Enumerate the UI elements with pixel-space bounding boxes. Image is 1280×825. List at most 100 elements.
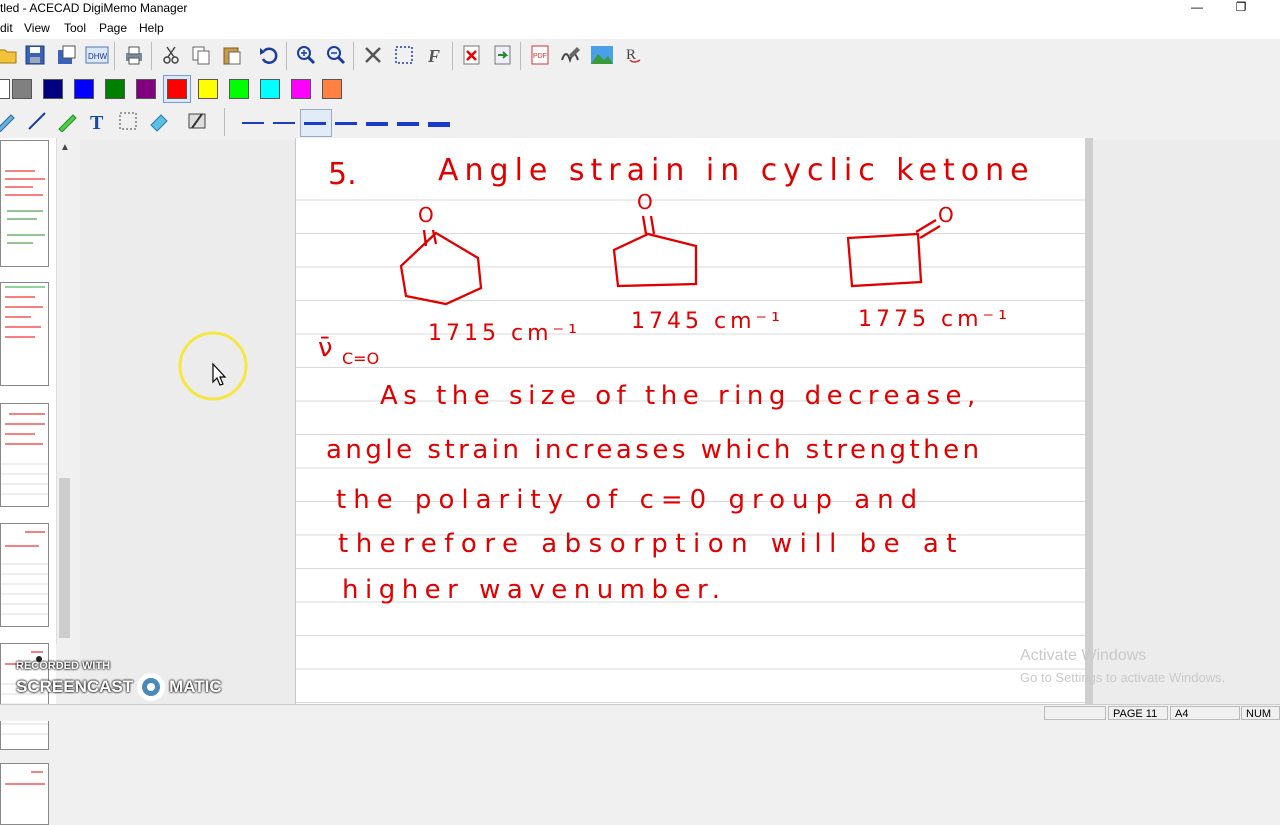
color-swatch-gray[interactable] xyxy=(12,79,32,99)
separator xyxy=(286,42,287,70)
color-swatch[interactable] xyxy=(0,79,10,99)
separator xyxy=(452,42,453,70)
para-line-1: As the size of the ring decrease, xyxy=(380,381,981,411)
highlighter-icon[interactable] xyxy=(54,108,80,134)
clear-icon[interactable] xyxy=(184,108,210,134)
page-thumbnail[interactable] xyxy=(0,282,49,386)
para-line-3: the polarity of c=0 group and xyxy=(336,485,924,515)
screencast-brand-left: SCREENCAST xyxy=(16,677,134,696)
dhw-label: DHW xyxy=(88,52,108,61)
zoom-in-icon[interactable] xyxy=(293,42,319,68)
scrollbar-thumb[interactable] xyxy=(59,478,70,638)
delete-icon[interactable] xyxy=(360,42,386,68)
line-width-2[interactable] xyxy=(273,122,295,124)
status-bar: PAGE 11 A4 NUM xyxy=(0,704,1280,721)
menu-help[interactable]: Help xyxy=(139,21,164,35)
undo-icon[interactable] xyxy=(256,42,282,68)
text-icon[interactable]: T xyxy=(85,108,111,134)
image-icon[interactable] xyxy=(589,42,615,68)
page-thumbnail[interactable] xyxy=(0,763,49,825)
separator xyxy=(520,42,521,70)
line-width-3[interactable] xyxy=(304,122,326,125)
menu-view[interactable]: View xyxy=(24,21,50,35)
export-icon[interactable] xyxy=(490,42,516,68)
convert-icon[interactable] xyxy=(558,42,584,68)
color-swatch-navy[interactable] xyxy=(43,79,63,99)
recognize-icon[interactable]: R xyxy=(620,42,646,68)
dhw-icon[interactable]: DHW xyxy=(84,42,110,68)
color-swatch-purple[interactable] xyxy=(136,79,156,99)
handwritten-heading: 5. Angle strain in cyclic ketone xyxy=(328,153,1035,192)
paste-icon[interactable] xyxy=(219,42,245,68)
oxygen-1: O xyxy=(418,203,434,227)
color-swatch-green[interactable] xyxy=(105,79,125,99)
frequency-labels: ν̄ C=O 1715 cm⁻¹ 1745 cm⁻¹ 1775 cm⁻¹ xyxy=(318,307,1007,368)
color-swatch-red[interactable] xyxy=(167,79,187,99)
menu-edit[interactable]: dit xyxy=(0,21,13,35)
separator xyxy=(353,42,354,70)
color-swatch-yellow[interactable] xyxy=(198,79,218,99)
screencast-logo-icon xyxy=(137,673,166,701)
pen-icon[interactable] xyxy=(0,108,18,134)
line-icon[interactable] xyxy=(24,108,50,134)
pdf-icon[interactable]: PDF xyxy=(527,42,553,68)
text-tool-label: T xyxy=(90,112,104,132)
mouse-pointer-icon xyxy=(212,362,227,386)
close-file-icon[interactable] xyxy=(459,42,485,68)
rect-select-icon[interactable] xyxy=(115,108,141,134)
screencast-watermark: RECORDED WITH SCREENCAST MATIC xyxy=(16,660,222,701)
para-line-2: angle strain increases which strengthen xyxy=(326,435,983,465)
open-icon[interactable] xyxy=(0,42,20,68)
color-swatch-blue[interactable] xyxy=(74,79,94,99)
page-thumbnail[interactable] xyxy=(0,403,49,507)
print-icon[interactable] xyxy=(121,42,147,68)
page-edge xyxy=(1085,138,1093,704)
status-blank xyxy=(1044,706,1106,720)
heading-text: Angle strain in cyclic ketone xyxy=(438,153,1035,188)
eraser-icon[interactable] xyxy=(146,108,172,134)
color-swatch-orange[interactable] xyxy=(322,79,342,99)
recorded-with-label: RECORDED WITH xyxy=(16,660,111,672)
line-width-group xyxy=(240,109,456,137)
copy-icon[interactable] xyxy=(188,42,214,68)
thumbnail-panel xyxy=(0,138,56,825)
handwritten-paragraph: As the size of the ring decrease, angle … xyxy=(326,381,983,605)
note-page[interactable]: 5. Angle strain in cyclic ketone O O O ν… xyxy=(295,138,1087,704)
activate-windows-subtext: Go to Settings to activate Windows. xyxy=(1020,670,1226,685)
scroll-up-icon[interactable]: ▲ xyxy=(60,142,70,153)
restore-button[interactable]: ❐ xyxy=(1218,0,1264,18)
screencast-brand-right: MATIC xyxy=(169,677,222,696)
select-icon[interactable] xyxy=(391,42,417,68)
font-icon[interactable]: F xyxy=(422,42,448,68)
color-swatch-lime[interactable] xyxy=(229,79,249,99)
line-width-5[interactable] xyxy=(366,122,388,126)
line-width-4[interactable] xyxy=(335,122,357,125)
color-toolbar xyxy=(0,72,1280,105)
nu-label: ν̄ xyxy=(318,333,333,363)
nu-subscript: C=O xyxy=(342,349,379,368)
activate-windows-watermark: Activate Windows xyxy=(1020,647,1147,664)
minimize-button[interactable]: — xyxy=(1174,0,1220,18)
oxygen-2: O xyxy=(637,190,653,214)
cut-icon[interactable] xyxy=(158,42,184,68)
page-thumbnail[interactable] xyxy=(0,140,49,267)
separator xyxy=(224,108,225,136)
menu-tool[interactable]: Tool xyxy=(64,21,86,35)
color-swatch-cyan[interactable] xyxy=(260,79,280,99)
line-width-1[interactable] xyxy=(242,122,264,124)
cyclobutanone-structure xyxy=(846,219,941,288)
font-label: F xyxy=(427,46,440,66)
note-canvas: 5. Angle strain in cyclic ketone O O O ν… xyxy=(296,153,1086,703)
status-paper-size: A4 xyxy=(1170,706,1240,720)
zoom-out-icon[interactable] xyxy=(323,42,349,68)
line-width-7[interactable] xyxy=(428,122,450,127)
page-thumbnail[interactable] xyxy=(0,523,49,627)
status-numlock: NUM xyxy=(1241,706,1280,720)
line-width-6[interactable] xyxy=(397,122,419,126)
save-icon[interactable] xyxy=(22,42,48,68)
saveas-icon[interactable] xyxy=(53,42,79,68)
menu-page[interactable]: Page xyxy=(99,21,127,35)
oxygen-3: O xyxy=(938,203,954,227)
freq-cyclopentanone: 1745 cm⁻¹ xyxy=(631,309,784,334)
color-swatch-magenta[interactable] xyxy=(291,79,311,99)
